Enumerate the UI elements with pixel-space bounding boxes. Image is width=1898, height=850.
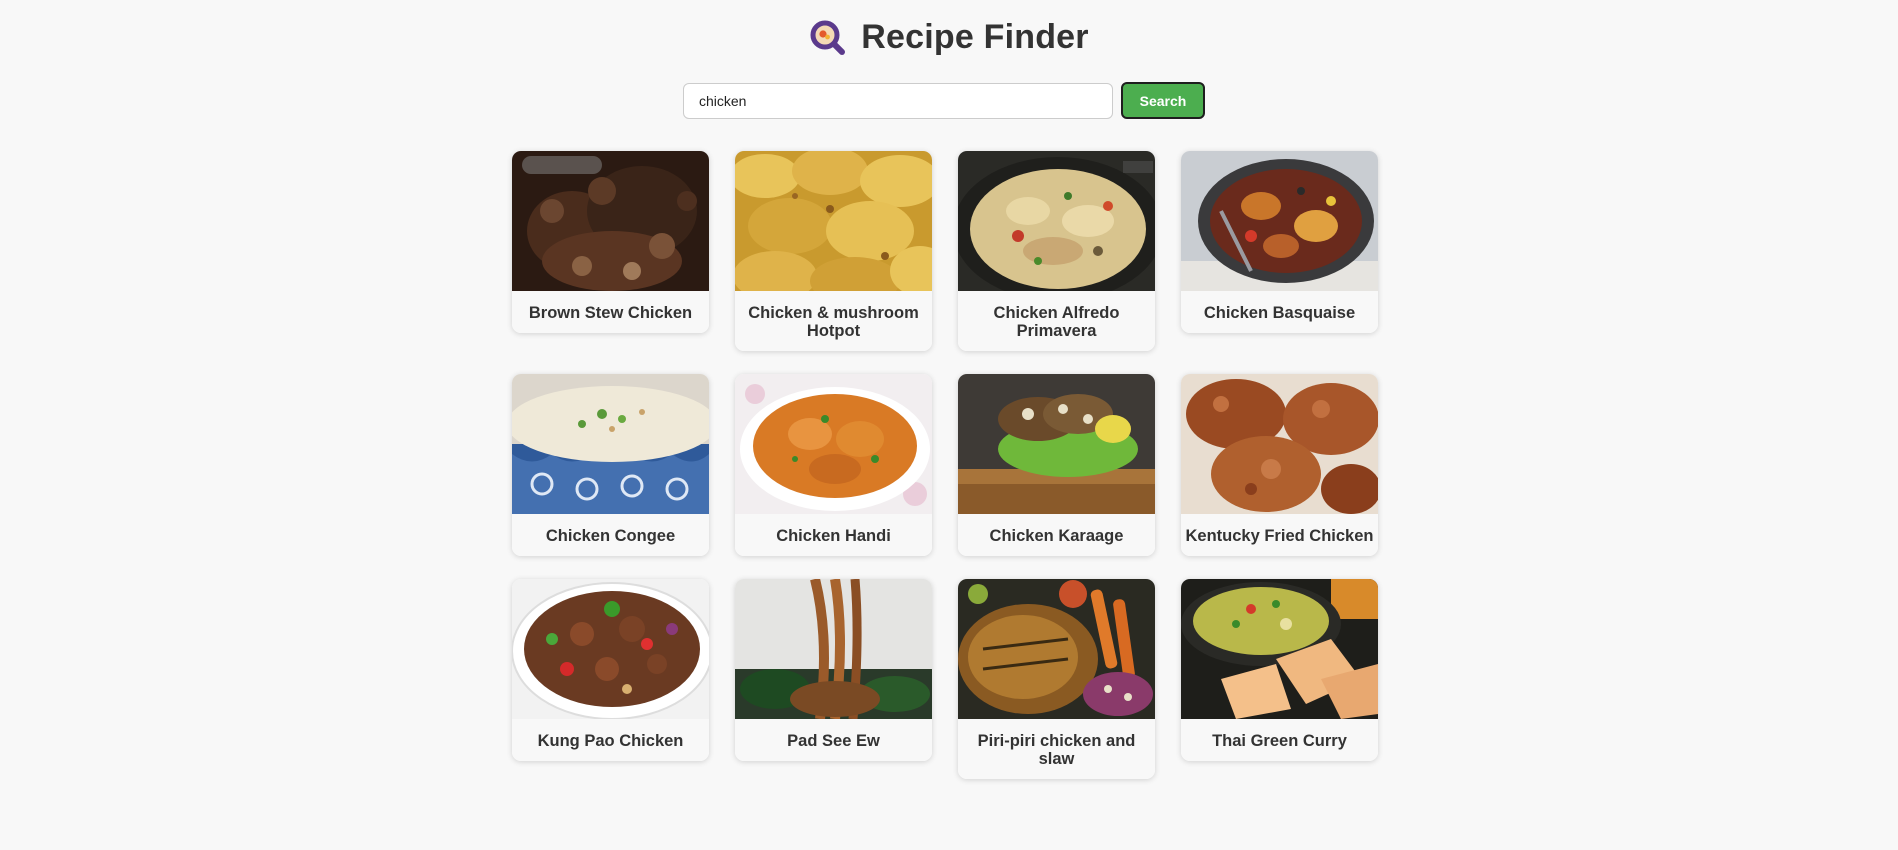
piri-piri-image[interactable]	[958, 579, 1155, 719]
kfc-image[interactable]	[1181, 374, 1378, 514]
recipe-card[interactable]: Kentucky Fried Chicken	[1181, 374, 1378, 556]
recipe-title: Chicken Congee	[512, 514, 709, 556]
pad-see-ew-image[interactable]	[735, 579, 932, 719]
recipe-card[interactable]: Chicken Alfredo Primavera	[958, 151, 1155, 351]
search-button[interactable]: Search	[1121, 82, 1205, 119]
recipe-title: Thai Green Curry	[1181, 719, 1378, 761]
karaage-image[interactable]	[958, 374, 1155, 514]
app-header: Recipe Finder	[0, 18, 1898, 57]
recipe-card[interactable]: Piri-piri chicken and slaw	[958, 579, 1155, 779]
brown-stew-image[interactable]	[512, 151, 709, 291]
recipe-title: Kentucky Fried Chicken	[1181, 514, 1378, 556]
recipe-card[interactable]: Chicken Handi	[735, 374, 932, 556]
recipe-card[interactable]: Brown Stew Chicken	[512, 151, 709, 333]
recipe-title: Chicken Karaage	[958, 514, 1155, 556]
recipe-title: Chicken Basquaise	[1181, 291, 1378, 333]
search-bar: Search	[683, 82, 1205, 119]
magnifier-pan-icon	[809, 19, 847, 57]
recipe-card[interactable]: Chicken Congee	[512, 374, 709, 556]
recipe-title: Pad See Ew	[735, 719, 932, 761]
recipe-card[interactable]: Pad See Ew	[735, 579, 932, 761]
alfredo-image[interactable]	[958, 151, 1155, 291]
recipe-title: Chicken Alfredo Primavera	[958, 291, 1155, 351]
recipe-grid: Brown Stew Chicken Chicken & mushroom Ho…	[512, 151, 1378, 779]
recipe-card[interactable]: Thai Green Curry	[1181, 579, 1378, 761]
hotpot-image[interactable]	[735, 151, 932, 291]
recipe-card[interactable]: Chicken Basquaise	[1181, 151, 1378, 333]
recipe-title: Brown Stew Chicken	[512, 291, 709, 333]
kung-pao-image[interactable]	[512, 579, 709, 719]
recipe-title: Piri-piri chicken and slaw	[958, 719, 1155, 779]
recipe-title: Chicken Handi	[735, 514, 932, 556]
recipe-title: Chicken & mushroom Hotpot	[735, 291, 932, 351]
congee-image[interactable]	[512, 374, 709, 514]
green-curry-image[interactable]	[1181, 579, 1378, 719]
recipe-card[interactable]: Kung Pao Chicken	[512, 579, 709, 761]
basquaise-image[interactable]	[1181, 151, 1378, 291]
recipe-card[interactable]: Chicken & mushroom Hotpot	[735, 151, 932, 351]
recipe-card[interactable]: Chicken Karaage	[958, 374, 1155, 556]
app-title: Recipe Finder	[861, 18, 1089, 56]
recipe-title: Kung Pao Chicken	[512, 719, 709, 761]
search-input[interactable]	[683, 82, 1113, 119]
handi-image[interactable]	[735, 374, 932, 514]
